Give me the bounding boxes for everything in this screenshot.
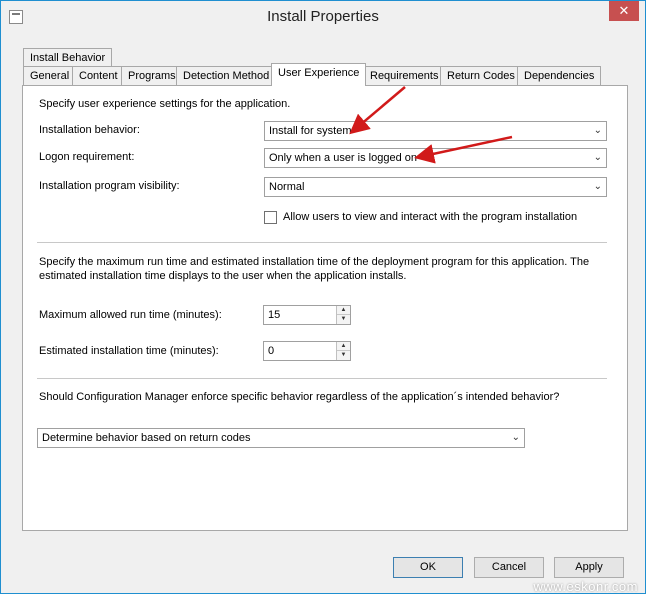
tab-detection-method[interactable]: Detection Method — [176, 66, 277, 86]
est-time-value: 0 — [268, 345, 275, 357]
installation-behavior-label: Installation behavior: — [39, 124, 140, 136]
visibility-value: Normal — [269, 181, 305, 193]
chevron-down-icon: ⌄ — [593, 152, 602, 163]
est-time-label: Estimated installation time (minutes): — [39, 345, 219, 357]
enforce-question: Should Configuration Manager enforce spe… — [39, 391, 560, 403]
logon-requirement-label: Logon requirement: — [39, 151, 135, 163]
title-bar[interactable]: Install Properties ✕ — [1, 1, 645, 33]
window-title: Install Properties — [267, 8, 379, 25]
ok-button[interactable]: OK — [393, 557, 463, 578]
installation-behavior-dropdown[interactable]: Install for system ⌄ — [264, 121, 607, 141]
spin-buttons: ▲ ▼ — [336, 342, 350, 360]
tab-return-codes[interactable]: Return Codes — [440, 66, 522, 86]
visibility-dropdown[interactable]: Normal ⌄ — [264, 177, 607, 197]
tab-general[interactable]: General — [23, 66, 77, 86]
max-runtime-label: Maximum allowed run time (minutes): — [39, 309, 222, 321]
spin-up-icon[interactable]: ▲ — [337, 306, 350, 315]
tab-requirements[interactable]: Requirements — [363, 66, 446, 86]
allow-interact-label: Allow users to view and interact with th… — [283, 211, 578, 223]
apply-button[interactable]: Apply — [554, 557, 624, 578]
max-runtime-spinner[interactable]: 15 ▲ ▼ — [263, 305, 351, 325]
tab-install-behavior[interactable]: Install Behavior — [23, 48, 113, 68]
user-experience-panel: Specify user experience settings for the… — [22, 85, 628, 531]
separator — [37, 242, 607, 243]
runtime-description: Specify the maximum run time and estimat… — [39, 256, 590, 282]
est-time-spinner[interactable]: 0 ▲ ▼ — [263, 341, 351, 361]
max-runtime-value: 15 — [268, 309, 281, 321]
chevron-down-icon: ⌄ — [593, 125, 602, 136]
spin-buttons: ▲ ▼ — [336, 306, 350, 324]
visibility-label: Installation program visibility: — [39, 180, 180, 192]
spin-down-icon[interactable]: ▼ — [337, 315, 350, 324]
tab-programs[interactable]: Programs — [121, 66, 183, 86]
watermark: www.eskonr.com — [533, 579, 638, 594]
cancel-button[interactable]: Cancel — [474, 557, 544, 578]
logon-requirement-value: Only when a user is logged on — [269, 152, 417, 164]
tab-user-experience[interactable]: User Experience — [271, 63, 367, 86]
allow-interact-checkbox[interactable] — [264, 211, 277, 224]
separator — [37, 378, 607, 379]
install-properties-window: Install Properties ✕ Install Behavior Ge… — [0, 0, 646, 594]
tab-dependencies[interactable]: Dependencies — [517, 66, 602, 86]
intro-text: Specify user experience settings for the… — [39, 98, 291, 110]
chevron-down-icon: ⌄ — [593, 181, 602, 192]
spin-up-icon[interactable]: ▲ — [337, 342, 350, 351]
close-button[interactable]: ✕ — [609, 1, 639, 21]
spin-down-icon[interactable]: ▼ — [337, 351, 350, 360]
tab-content[interactable]: Content — [72, 66, 125, 86]
installation-behavior-value: Install for system — [269, 125, 352, 137]
logon-requirement-dropdown[interactable]: Only when a user is logged on ⌄ — [264, 148, 607, 168]
enforce-behavior-dropdown[interactable]: Determine behavior based on return codes… — [37, 428, 525, 448]
chevron-down-icon: ⌄ — [511, 432, 520, 443]
enforce-behavior-value: Determine behavior based on return codes — [42, 432, 251, 444]
close-icon: ✕ — [618, 3, 630, 18]
